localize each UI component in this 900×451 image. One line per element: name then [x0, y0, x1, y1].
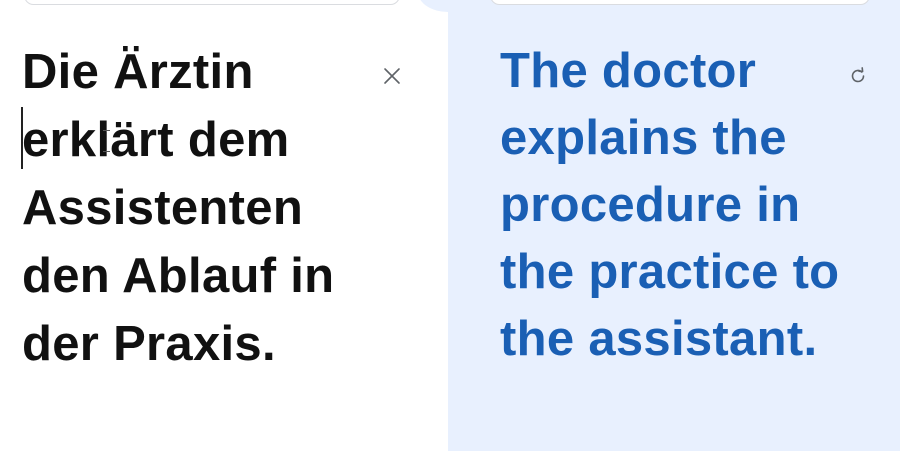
- source-pane: Die Ärztin erklärt dem Assistenten den A…: [0, 0, 448, 451]
- source-language-tab[interactable]: [24, 0, 400, 5]
- clear-source-button[interactable]: [374, 58, 410, 94]
- refresh-icon: [851, 67, 865, 83]
- text-cursor-icon: [103, 130, 111, 152]
- text-caret: [21, 107, 23, 169]
- source-text-input[interactable]: Die Ärztin erklärt dem Assistenten den A…: [22, 38, 372, 378]
- translation-output: The doctor explains the procedure in the…: [500, 44, 840, 366]
- refresh-translation-button[interactable]: [840, 58, 876, 94]
- close-icon: [384, 68, 400, 84]
- translator-app: Die Ärztin erklärt dem Assistenten den A…: [0, 0, 900, 451]
- target-language-tab[interactable]: [490, 0, 870, 5]
